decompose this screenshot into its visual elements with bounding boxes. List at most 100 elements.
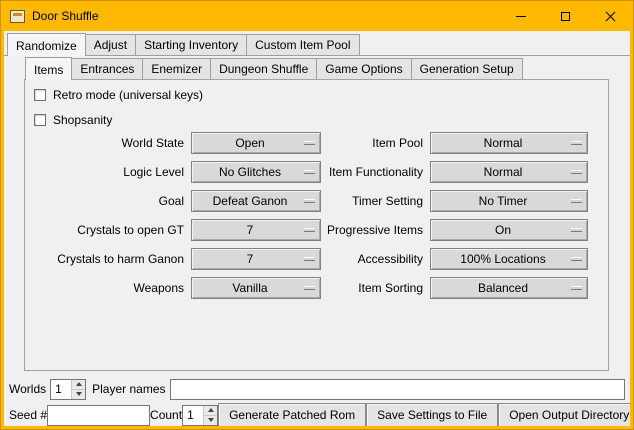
item-pool-label: Item Pool (312, 136, 430, 150)
item-functionality-label: Item Functionality (312, 165, 430, 179)
seed-input[interactable] (47, 405, 150, 426)
worlds-row: Worlds 1 Player names (9, 378, 625, 400)
dropdown-indicator-icon (571, 141, 582, 145)
tab-starting-inventory[interactable]: Starting Inventory (135, 34, 247, 55)
dropdown-value: 7 (245, 223, 268, 237)
arrow-up-icon (208, 408, 214, 412)
retro-mode-label: Retro mode (universal keys) (53, 88, 203, 102)
tab-custom-item-pool[interactable]: Custom Item Pool (246, 34, 359, 55)
dropdown-indicator-icon (571, 257, 582, 261)
close-button[interactable] (588, 1, 633, 31)
item-functionality-dropdown[interactable]: Normal (430, 161, 588, 183)
worlds-label: Worlds (9, 382, 46, 396)
spinner-buttons (203, 406, 217, 425)
dropdown-value: 100% Locations (458, 252, 559, 266)
tab-generation-setup[interactable]: Generation Setup (411, 58, 523, 79)
progressive-items-dropdown[interactable]: On (430, 219, 588, 241)
goal-dropdown[interactable]: Defeat Ganon (191, 190, 321, 212)
world-state-label: World State (25, 136, 191, 150)
form-column-left: World State Open Logic Level No Glitches… (25, 132, 321, 299)
maximize-icon (561, 12, 570, 21)
dropdown-value: No Glitches (217, 165, 295, 179)
close-icon (605, 11, 616, 22)
shopsanity-checkbox[interactable] (34, 114, 46, 126)
world-state-dropdown[interactable]: Open (191, 132, 321, 154)
minimize-icon (516, 16, 526, 17)
dropdown-value: Normal (482, 136, 537, 150)
timer-setting-dropdown[interactable]: No Timer (430, 190, 588, 212)
dropdown-value: 7 (245, 252, 268, 266)
spin-up-button[interactable] (204, 406, 217, 416)
generate-patched-rom-button[interactable]: Generate Patched Rom (218, 403, 366, 426)
app-window: Door Shuffle Randomize Adjust Starting I… (0, 0, 634, 430)
arrow-up-icon (76, 382, 82, 386)
minimize-button[interactable] (498, 1, 543, 31)
spin-down-button[interactable] (204, 416, 217, 425)
dropdown-indicator-icon (571, 228, 582, 232)
maximize-button[interactable] (543, 1, 588, 31)
dropdown-indicator-icon (571, 286, 582, 290)
crystals-gt-dropdown[interactable]: 7 (191, 219, 321, 241)
window-title: Door Shuffle (32, 9, 99, 23)
app-icon (10, 10, 25, 23)
dropdown-value: Balanced (476, 281, 542, 295)
goal-label: Goal (25, 194, 191, 208)
spin-up-button[interactable] (72, 380, 85, 390)
dropdown-indicator-icon (571, 199, 582, 203)
dropdown-value: No Timer (477, 194, 542, 208)
inner-tabbar: Items Entrances Enemizer Dungeon Shuffle… (25, 58, 522, 80)
open-output-directory-button[interactable]: Open Output Directory (498, 403, 630, 426)
shopsanity-label: Shopsanity (53, 113, 112, 127)
items-pane: Retro mode (universal keys) Shopsanity W… (24, 79, 609, 371)
spin-down-button[interactable] (72, 390, 85, 399)
dropdown-value: Open (233, 136, 278, 150)
crystals-gt-label: Crystals to open GT (25, 223, 191, 237)
dropdown-value: Vanilla (230, 281, 281, 295)
tab-randomize[interactable]: Randomize (7, 33, 86, 56)
weapons-label: Weapons (25, 281, 191, 295)
titlebar: Door Shuffle (1, 1, 633, 31)
worlds-spinner[interactable]: 1 (50, 379, 86, 400)
arrow-down-icon (208, 418, 214, 422)
timer-setting-label: Timer Setting (312, 194, 430, 208)
spinner-buttons (71, 380, 85, 399)
count-spinner[interactable]: 1 (182, 405, 218, 426)
player-names-input[interactable] (170, 379, 626, 400)
item-sorting-label: Item Sorting (312, 281, 430, 295)
client-area: Randomize Adjust Starting Inventory Cust… (4, 31, 630, 426)
player-names-label: Player names (92, 382, 165, 396)
logic-level-label: Logic Level (25, 165, 191, 179)
seed-label: Seed # (9, 408, 47, 422)
count-value: 1 (183, 406, 203, 425)
weapons-dropdown[interactable]: Vanilla (191, 277, 321, 299)
dropdown-value: On (493, 223, 525, 237)
crystals-ganon-dropdown[interactable]: 7 (191, 248, 321, 270)
save-settings-button[interactable]: Save Settings to File (366, 403, 498, 426)
window-controls (498, 1, 633, 31)
dropdown-indicator-icon (571, 170, 582, 174)
tab-entrances[interactable]: Entrances (71, 58, 143, 79)
tabbar-divider (4, 55, 630, 56)
crystals-ganon-label: Crystals to harm Ganon (25, 252, 191, 266)
item-sorting-dropdown[interactable]: Balanced (430, 277, 588, 299)
tab-items[interactable]: Items (25, 57, 72, 80)
dropdown-value: Normal (482, 165, 537, 179)
dropdown-value: Defeat Ganon (211, 194, 302, 208)
arrow-down-icon (76, 392, 82, 396)
tab-dungeon-shuffle[interactable]: Dungeon Shuffle (210, 58, 317, 79)
generate-row: Seed # Count 1 Generate Patched Rom Save… (9, 403, 625, 426)
worlds-value: 1 (51, 380, 71, 399)
retro-mode-checkbox-row: Retro mode (universal keys) (34, 88, 203, 102)
tab-game-options[interactable]: Game Options (316, 58, 411, 79)
logic-level-dropdown[interactable]: No Glitches (191, 161, 321, 183)
item-pool-dropdown[interactable]: Normal (430, 132, 588, 154)
progressive-items-label: Progressive Items (312, 223, 430, 237)
form-column-right: Item Pool Normal Item Functionality Norm… (312, 132, 588, 299)
outer-tabbar: Randomize Adjust Starting Inventory Cust… (4, 33, 630, 56)
accessibility-dropdown[interactable]: 100% Locations (430, 248, 588, 270)
retro-mode-checkbox[interactable] (34, 89, 46, 101)
tab-adjust[interactable]: Adjust (85, 34, 136, 55)
shopsanity-checkbox-row: Shopsanity (34, 113, 112, 127)
tab-enemizer[interactable]: Enemizer (142, 58, 211, 79)
accessibility-label: Accessibility (312, 252, 430, 266)
